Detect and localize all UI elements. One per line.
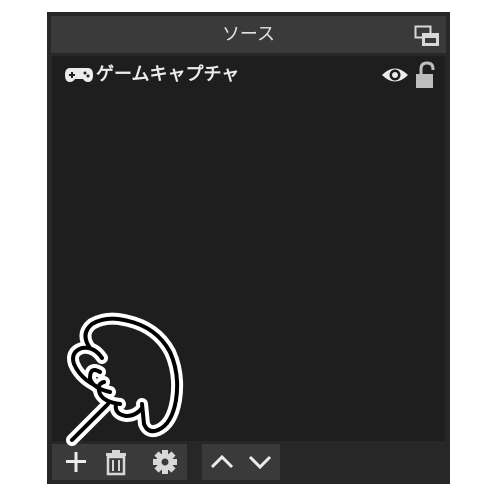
source-name: ゲームキャプチャ <box>96 64 240 85</box>
gamepad-icon <box>65 68 93 82</box>
move-source-up-button[interactable] <box>204 444 240 480</box>
chevron-down-icon <box>248 455 272 470</box>
pointing-hand-icon <box>66 312 184 446</box>
chevron-up-icon <box>210 454 234 469</box>
plus-icon <box>66 452 86 472</box>
toolbar-group-order <box>202 444 280 480</box>
source-properties-button[interactable] <box>147 444 183 480</box>
dock-title: ソース <box>221 24 276 45</box>
gear-icon <box>153 450 177 474</box>
trash-icon <box>106 450 126 476</box>
source-item[interactable]: ゲームキャプチャ <box>52 58 445 92</box>
undock-icon <box>414 25 439 46</box>
remove-source-button[interactable] <box>98 444 134 480</box>
undock-button[interactable] <box>414 25 440 47</box>
dock-title-bar[interactable]: ソース <box>51 16 446 53</box>
unlock-icon[interactable] <box>413 61 437 89</box>
add-source-button[interactable] <box>58 444 94 480</box>
eye-icon[interactable] <box>381 65 409 85</box>
source-toolbar <box>52 442 445 482</box>
toolbar-group-main <box>52 444 187 480</box>
move-source-down-button[interactable] <box>242 444 278 480</box>
